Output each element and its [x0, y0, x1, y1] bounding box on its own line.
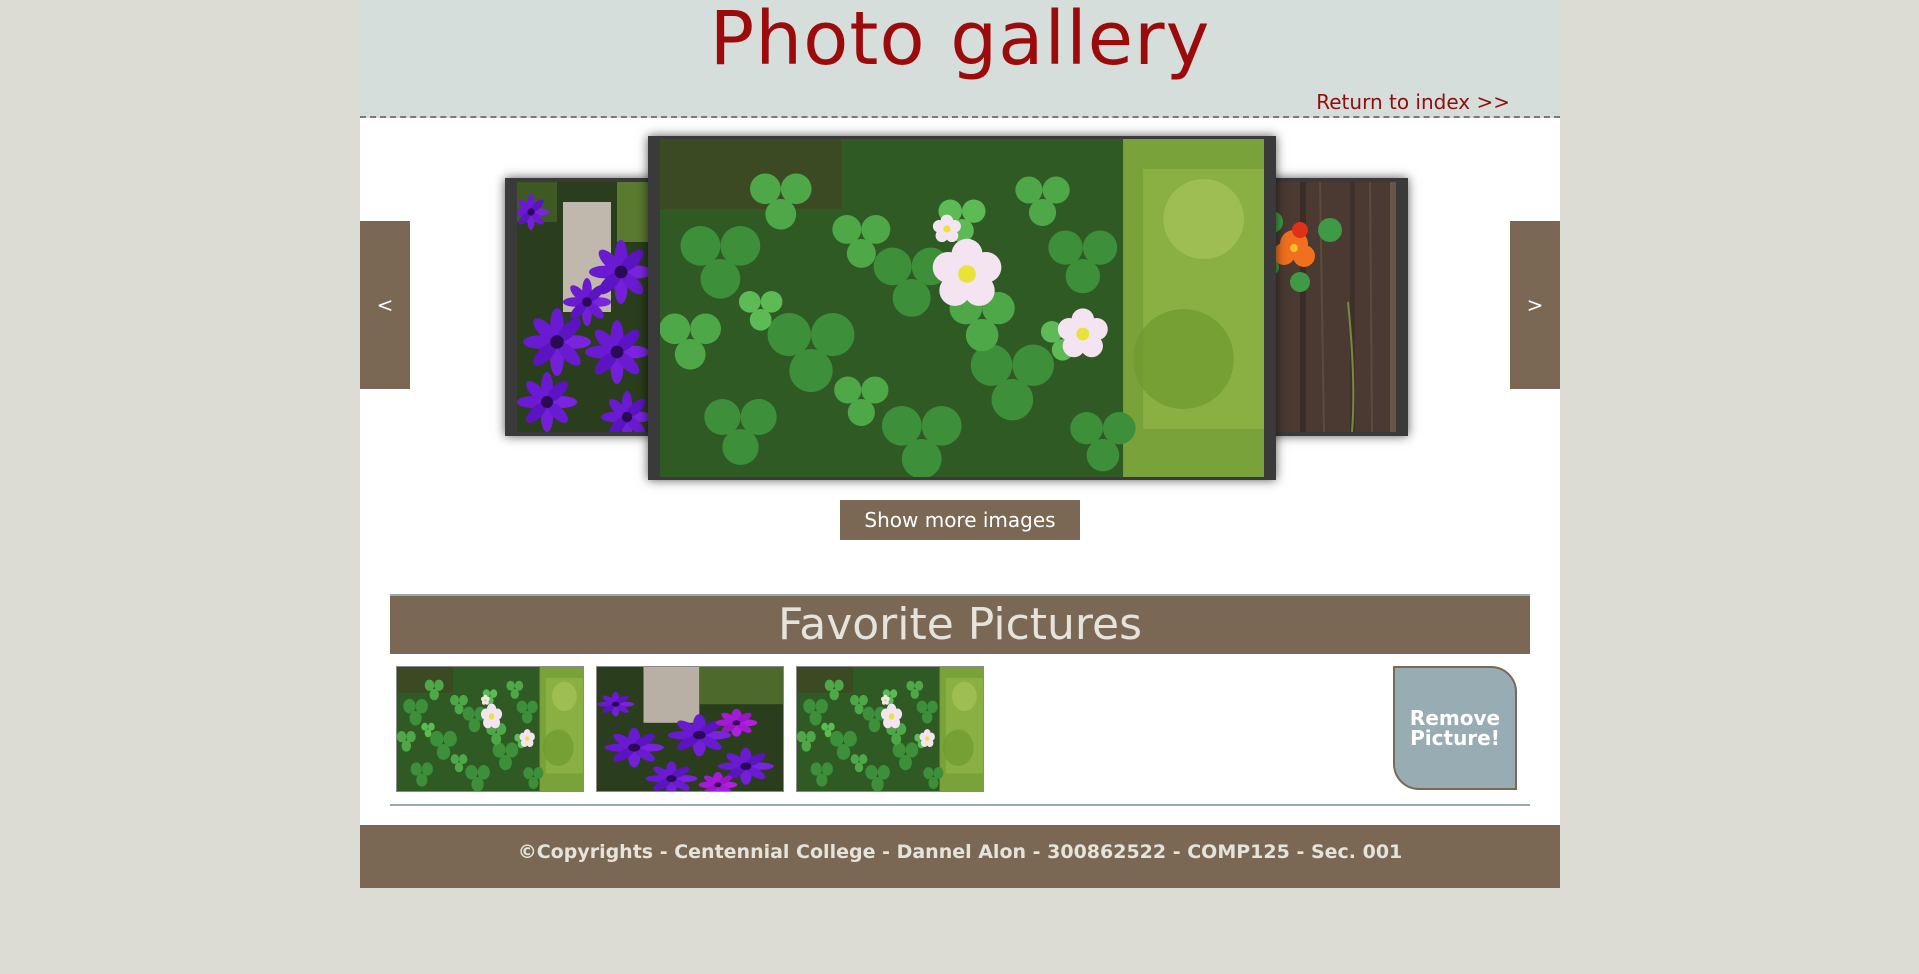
- favorite-pictures-header: Favorite Pictures: [390, 594, 1530, 654]
- favorite-pictures-title: Favorite Pictures: [777, 599, 1143, 650]
- copyright-text: ©Copyrights - Centennial College - Danne…: [517, 841, 1403, 863]
- next-image-button[interactable]: >: [1510, 221, 1560, 389]
- previous-image-button[interactable]: <: [360, 221, 410, 389]
- return-to-index-link[interactable]: Return to index >>: [1316, 90, 1510, 114]
- clover-with-pink-flowers-photo: [660, 139, 1264, 477]
- orange-nasturtium-photo: [1260, 182, 1396, 432]
- header: Photo gallery Return to index >>: [360, 0, 1560, 118]
- page-container: Photo gallery Return to index >> < > Sho…: [360, 0, 1560, 888]
- carousel-slide-current[interactable]: [648, 136, 1276, 480]
- purple-flowers-photo: [517, 182, 653, 432]
- show-more-images-button[interactable]: Show more images: [840, 500, 1080, 540]
- footer: ©Copyrights - Centennial College - Danne…: [360, 825, 1560, 888]
- carousel-slide-previous[interactable]: [505, 178, 653, 436]
- favorite-thumbnail[interactable]: [396, 666, 584, 792]
- remove-picture-button[interactable]: Remove Picture!: [1393, 666, 1517, 790]
- favorites-divider: [390, 804, 1530, 806]
- favorite-thumbnail[interactable]: [796, 666, 984, 792]
- page-title: Photo gallery: [709, 0, 1211, 82]
- favorite-thumbnail[interactable]: [596, 666, 784, 792]
- carousel-slide-next[interactable]: [1260, 178, 1408, 436]
